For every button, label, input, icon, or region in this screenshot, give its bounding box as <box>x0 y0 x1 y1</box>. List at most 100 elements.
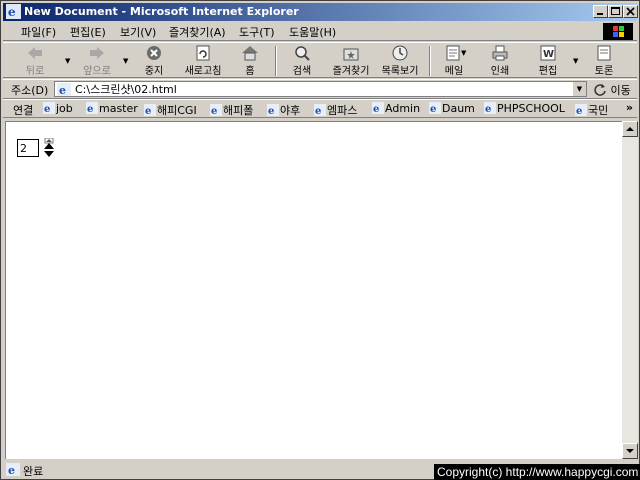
link-happycgi[interactable]: e 해피CGI <box>144 102 197 118</box>
svg-text:e: e <box>576 106 582 116</box>
standard-toolbar: 뒤로 ▼ 앞으로 ▼ 중지 새로고침 홈 검색 즐겨찾기 목록보기 메일 ▼ 인… <box>3 42 637 78</box>
search-button[interactable]: 검색 <box>287 45 317 77</box>
close-icon <box>626 7 635 16</box>
page-ie-icon: e <box>57 83 71 96</box>
menu-file[interactable]: 파일(F) <box>21 24 56 40</box>
search-label: 검색 <box>292 66 312 77</box>
favorites-label: 즐겨찾기 <box>332 66 370 77</box>
stop-label: 중지 <box>144 66 164 77</box>
ie-icon: e <box>86 102 98 115</box>
ie-icon: e <box>210 104 222 117</box>
ie-icon: e <box>6 4 21 19</box>
svg-text:e: e <box>8 5 16 19</box>
discuss-icon <box>597 45 611 61</box>
address-input[interactable] <box>75 82 569 96</box>
menu-bar: 파일(F) 편집(E) 보기(V) 즐겨찾기(A) 도구(T) 도움말(H) <box>3 22 637 41</box>
link-master[interactable]: e master <box>86 102 138 115</box>
menu-tools[interactable]: 도구(T) <box>239 24 275 40</box>
history-button[interactable]: 목록보기 <box>377 45 423 77</box>
scroll-up-button[interactable] <box>622 121 638 137</box>
ie-window: e New Document - Microsoft Internet Expl… <box>0 0 640 480</box>
link-happypoll[interactable]: e 해피폴 <box>210 102 253 118</box>
edit-label: 편집 <box>538 66 558 77</box>
svg-text:e: e <box>485 104 491 114</box>
back-button[interactable]: 뒤로 <box>13 45 57 77</box>
home-button[interactable]: 홈 <box>235 45 265 77</box>
go-label: 이동 <box>610 84 631 97</box>
menu-edit[interactable]: 편집(E) <box>70 24 106 40</box>
address-dropdown-button[interactable]: ▼ <box>572 82 586 96</box>
svg-text:e: e <box>44 104 50 114</box>
home-icon <box>242 46 258 61</box>
links-label: 연결 <box>13 104 34 117</box>
close-button[interactable] <box>623 5 638 18</box>
menu-help[interactable]: 도움말(H) <box>289 24 336 40</box>
spin-buttons[interactable] <box>43 138 55 158</box>
arrow-up-icon <box>626 127 634 131</box>
print-button[interactable]: 인쇄 <box>485 45 515 77</box>
window-title: New Document - Microsoft Internet Explor… <box>24 5 299 18</box>
svg-text:e: e <box>59 84 66 96</box>
edit-icon: W <box>540 45 556 61</box>
home-label: 홈 <box>245 66 255 77</box>
address-box[interactable]: e ▼ <box>54 81 587 97</box>
search-icon <box>295 46 310 61</box>
svg-text:e: e <box>268 106 274 116</box>
arrow-down-icon <box>626 449 634 453</box>
link-daum[interactable]: e Daum <box>429 102 475 115</box>
refresh-icon <box>196 45 210 61</box>
title-bar[interactable]: e New Document - Microsoft Internet Expl… <box>3 3 638 21</box>
favorites-icon <box>343 48 359 61</box>
svg-text:e: e <box>145 106 151 116</box>
ie-icon: e <box>314 104 326 117</box>
windows-logo <box>603 23 633 40</box>
minimize-icon <box>597 13 603 15</box>
print-label: 인쇄 <box>490 66 510 77</box>
ie-icon: e <box>575 104 587 117</box>
number-input[interactable] <box>17 139 39 157</box>
spin-down-icon[interactable] <box>44 151 54 157</box>
discuss-label: 토론 <box>594 66 614 77</box>
spin-up-arrow-icon[interactable] <box>44 143 54 149</box>
address-label: 주소(D) <box>11 84 49 97</box>
discuss-button[interactable]: 토론 <box>589 45 619 77</box>
ie-icon: e <box>484 102 496 115</box>
scroll-down-button[interactable] <box>622 443 638 459</box>
print-icon <box>492 45 508 61</box>
menu-favorites[interactable]: 즐겨찾기(A) <box>169 24 226 40</box>
link-empas[interactable]: e 엠파스 <box>314 102 357 118</box>
ie-icon: e <box>43 102 55 115</box>
link-job[interactable]: e job <box>43 102 73 115</box>
copyright-watermark: Copyright(c) http://www.happycgi.com <box>434 464 640 480</box>
svg-text:e: e <box>373 104 379 114</box>
maximize-icon <box>611 7 620 15</box>
refresh-button[interactable]: 새로고침 <box>177 45 229 77</box>
ie-icon: e <box>429 102 441 115</box>
page-content <box>5 121 622 459</box>
minimize-button[interactable] <box>593 5 608 18</box>
link-admin[interactable]: e Admin <box>372 102 420 115</box>
chevron-down-icon: ▼ <box>576 85 583 93</box>
go-arrow-icon <box>594 84 606 96</box>
ie-icon: e <box>372 102 384 115</box>
vertical-scrollbar[interactable] <box>622 121 638 459</box>
svg-text:e: e <box>211 106 217 116</box>
mail-label: 메일 <box>444 66 464 77</box>
link-yahoo[interactable]: e 야후 <box>267 102 300 118</box>
forward-button[interactable]: 앞으로 <box>73 45 121 77</box>
favorites-button[interactable]: 즐겨찾기 <box>327 45 375 77</box>
go-button[interactable]: 이동 <box>593 82 631 98</box>
back-label: 뒤로 <box>25 66 45 77</box>
stop-button[interactable]: 중지 <box>135 45 173 77</box>
edit-button[interactable]: W 편집 <box>533 45 563 77</box>
menu-view[interactable]: 보기(V) <box>120 24 156 40</box>
links-overflow-chevron-icon[interactable]: » <box>626 101 633 114</box>
status-text: 완료 <box>23 465 44 478</box>
link-phpschool[interactable]: e PHPSCHOOL <box>484 102 565 115</box>
link-kookmin[interactable]: e 국민 <box>575 102 608 118</box>
links-bar: 연결 e job e master e 해피CGI e 해피폴 e 야후 e 엠파스 e Ad… <box>3 99 637 118</box>
svg-text:e: e <box>430 104 436 114</box>
history-icon <box>392 45 408 61</box>
maximize-button[interactable] <box>608 5 623 18</box>
svg-text:W: W <box>543 49 554 60</box>
